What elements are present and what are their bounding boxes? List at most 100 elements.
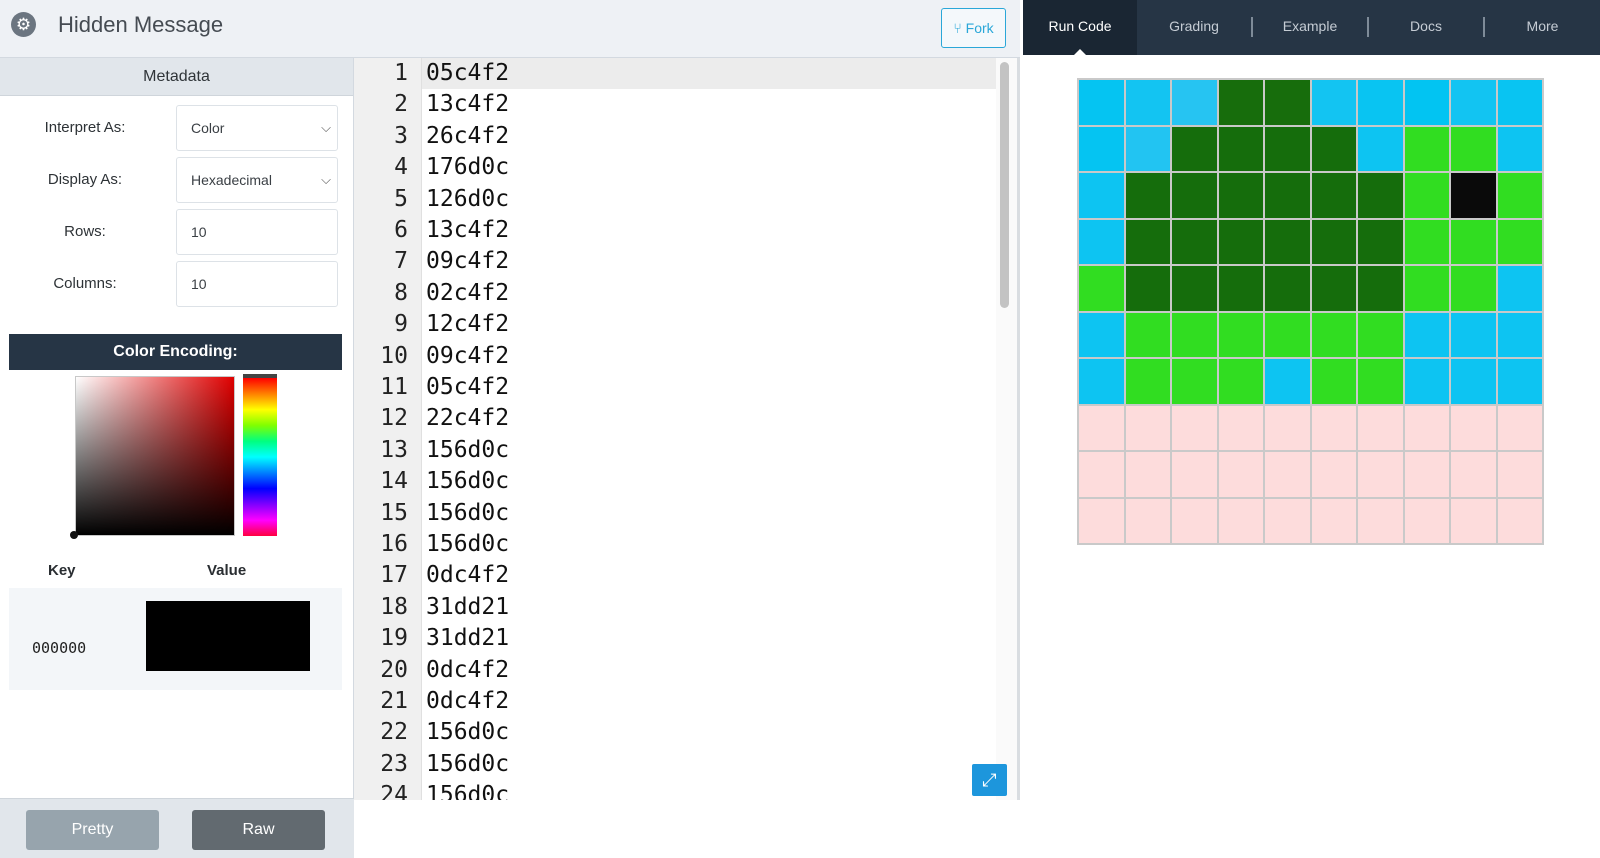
- tab-run-code[interactable]: Run Code: [1023, 0, 1137, 55]
- pretty-button[interactable]: Pretty: [26, 810, 159, 850]
- display-as-select[interactable]: Hexadecimal ⌵: [176, 157, 338, 203]
- picker-handle[interactable]: [70, 531, 78, 539]
- saturation-value-picker[interactable]: [75, 376, 235, 536]
- grid-cell: [1311, 219, 1356, 264]
- code-line[interactable]: 09c4f2: [426, 246, 509, 277]
- grid-cell: [1218, 173, 1263, 218]
- expand-icon[interactable]: ⤢: [972, 764, 1007, 796]
- code-line[interactable]: 09c4f2: [426, 341, 509, 372]
- line-number: 7: [394, 248, 408, 275]
- grid-cell: [1172, 498, 1217, 543]
- grid-cell: [1311, 126, 1356, 171]
- grid-cell: [1172, 173, 1217, 218]
- grid-cell: [1218, 126, 1263, 171]
- gear-icon[interactable]: ⚙: [11, 12, 36, 37]
- code-line[interactable]: 12c4f2: [426, 309, 509, 340]
- grid-cell: [1497, 80, 1542, 125]
- tab-grading[interactable]: Grading: [1137, 0, 1251, 55]
- grid-cell: [1218, 405, 1263, 450]
- grid-cell: [1404, 312, 1449, 357]
- line-number: 8: [394, 279, 408, 306]
- top-bar: ⚙ Hidden Message ⑂ Fork: [0, 0, 1020, 58]
- code-line[interactable]: 0dc4f2: [426, 655, 509, 686]
- grid-cell: [1079, 452, 1124, 497]
- grid-cell: [1218, 266, 1263, 311]
- interpret-as-select[interactable]: Color ⌵: [176, 105, 338, 151]
- raw-button[interactable]: Raw: [192, 810, 325, 850]
- grid-cell: [1218, 359, 1263, 404]
- fork-icon: ⑂: [953, 20, 966, 36]
- rows-input[interactable]: 10: [176, 209, 338, 255]
- metadata-panel: Metadata Interpret As: Color ⌵ Display A…: [0, 58, 354, 858]
- value-header: Value: [207, 562, 247, 579]
- grid-cell: [1311, 405, 1356, 450]
- line-number: 4: [394, 154, 408, 181]
- line-number: 24: [380, 782, 408, 800]
- chevron-down-icon: ⌵: [321, 120, 331, 135]
- encoding-key[interactable]: 000000: [32, 639, 86, 657]
- grid-cell: [1265, 498, 1310, 543]
- grid-cell: [1218, 452, 1263, 497]
- grid-cell: [1265, 405, 1310, 450]
- code-line[interactable]: 0dc4f2: [426, 686, 509, 717]
- code-line[interactable]: 156d0c: [426, 780, 509, 800]
- program-title[interactable]: Hidden Message: [58, 10, 223, 40]
- line-number: 2: [394, 91, 408, 118]
- line-number: 23: [380, 750, 408, 777]
- grid-cell: [1358, 80, 1403, 125]
- grid-cell: [1497, 266, 1542, 311]
- grid-cell: [1497, 312, 1542, 357]
- tab-more[interactable]: More: [1485, 0, 1600, 55]
- code-line[interactable]: 126d0c: [426, 184, 509, 215]
- line-number: 3: [394, 122, 408, 149]
- grid-cell: [1451, 80, 1496, 125]
- code-line[interactable]: 05c4f2: [426, 58, 509, 89]
- code-line[interactable]: 156d0c: [426, 466, 509, 497]
- grid-cell: [1311, 312, 1356, 357]
- columns-input[interactable]: 10: [176, 261, 338, 307]
- grid-cell: [1404, 126, 1449, 171]
- grid-cell: [1497, 126, 1542, 171]
- rows-label: Rows:: [64, 223, 106, 240]
- fork-button[interactable]: ⑂ Fork: [941, 8, 1006, 48]
- code-line[interactable]: 156d0c: [426, 435, 509, 466]
- grid-cell: [1172, 452, 1217, 497]
- grid-cell: [1404, 173, 1449, 218]
- grid-cell: [1358, 312, 1403, 357]
- line-number: 19: [380, 625, 408, 652]
- line-number: 20: [380, 656, 408, 683]
- editor-scrollbar[interactable]: [996, 58, 1017, 800]
- scrollbar-thumb[interactable]: [1000, 62, 1009, 308]
- grid-cell: [1451, 266, 1496, 311]
- color-swatch[interactable]: [146, 601, 310, 671]
- line-number: 17: [380, 562, 408, 589]
- code-line[interactable]: 31dd21: [426, 592, 509, 623]
- code-line[interactable]: 02c4f2: [426, 278, 509, 309]
- code-line[interactable]: 176d0c: [426, 152, 509, 183]
- code-line[interactable]: 156d0c: [426, 749, 509, 780]
- code-line[interactable]: 22c4f2: [426, 403, 509, 434]
- code-line[interactable]: 156d0c: [426, 498, 509, 529]
- code-line[interactable]: 13c4f2: [426, 215, 509, 246]
- line-number: 15: [380, 499, 408, 526]
- grid-cell: [1218, 498, 1263, 543]
- grid-cell: [1218, 80, 1263, 125]
- code-line[interactable]: 0dc4f2: [426, 560, 509, 591]
- code-line[interactable]: 156d0c: [426, 717, 509, 748]
- code-line[interactable]: 156d0c: [426, 529, 509, 560]
- line-number: 5: [394, 185, 408, 212]
- code-line[interactable]: 05c4f2: [426, 372, 509, 403]
- line-number: 21: [380, 688, 408, 714]
- grid-cell: [1311, 359, 1356, 404]
- code-line[interactable]: 26c4f2: [426, 121, 509, 152]
- grid-cell: [1497, 359, 1542, 404]
- tab-example[interactable]: Example: [1253, 0, 1367, 55]
- line-number-gutter: 1 2 3 4 5 6 7 8 9 10 11 12 13 14 15 16 17 18 19 20 21 22 23 24: [354, 58, 422, 800]
- code-line[interactable]: 13c4f2: [426, 89, 509, 120]
- columns-row: Columns: 10: [0, 261, 354, 307]
- hue-slider[interactable]: [243, 374, 277, 536]
- grid-cell: [1404, 266, 1449, 311]
- tab-docs[interactable]: Docs: [1369, 0, 1483, 55]
- code-editor[interactable]: 1 2 3 4 5 6 7 8 9 10 11 12 13 14 15 16 17 18 19 20 21 22 23 24 …: [354, 58, 1020, 800]
- code-line[interactable]: 31dd21: [426, 623, 509, 654]
